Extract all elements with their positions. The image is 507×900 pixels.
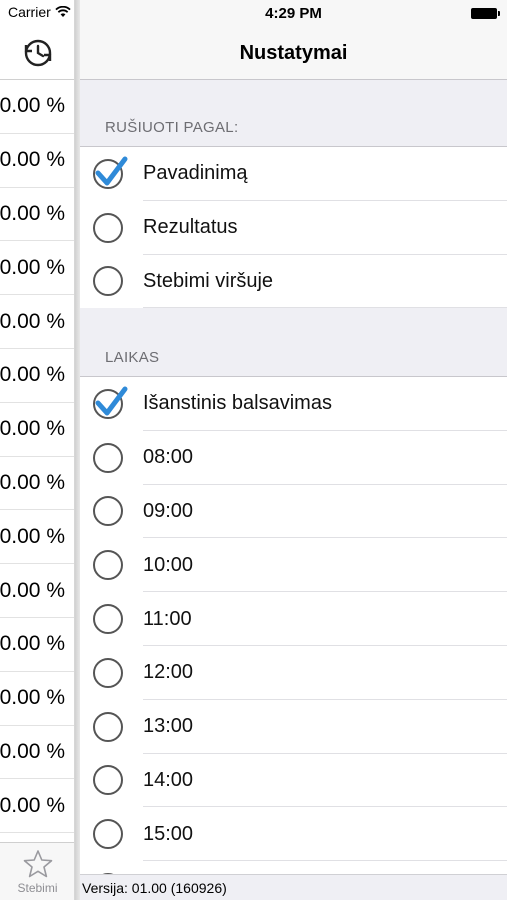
tab-label: Stebimi xyxy=(17,880,58,895)
carrier-label: Carrier xyxy=(8,4,51,20)
radio-unchecked-icon[interactable] xyxy=(92,212,124,244)
option-row[interactable]: Pavadinimą xyxy=(80,147,507,201)
percent-row[interactable]: 0.00 % xyxy=(0,241,74,296)
radio-unchecked-icon[interactable] xyxy=(92,265,124,297)
option-label: Išanstinis balsavimas xyxy=(143,392,332,415)
percent-value: 0.00 % xyxy=(0,148,65,172)
percent-value: 0.00 % xyxy=(0,632,65,656)
tab-stebimi[interactable]: Stebimi xyxy=(0,842,74,900)
percent-row[interactable]: 0.00 % xyxy=(0,188,74,242)
percent-list: 0.00 % 0.00 % 0.00 % 0.00 % 0.00 % 0.00 % 0.00… xyxy=(0,80,74,834)
percent-value: 0.00 % xyxy=(0,363,65,387)
percent-value: 0.00 % xyxy=(0,470,65,494)
percent-value: 0.00 % xyxy=(0,255,65,279)
percent-value: 0.00 % xyxy=(0,417,65,441)
radio-unchecked-icon[interactable] xyxy=(92,764,124,796)
percent-value: 0.00 % xyxy=(0,94,65,118)
radio-unchecked-icon[interactable] xyxy=(92,818,124,850)
option-row[interactable]: Stebimi viršuje xyxy=(80,254,507,309)
option-row[interactable]: 13:00 xyxy=(80,699,507,754)
radio-unchecked-icon[interactable] xyxy=(92,442,124,474)
page-title: Nustatymai xyxy=(239,41,348,64)
option-label: 10:00 xyxy=(143,553,194,576)
radio-unchecked-icon[interactable] xyxy=(92,549,124,581)
option-label: Pavadinimą xyxy=(143,162,248,185)
section-header-time: LAIKAS xyxy=(105,349,160,366)
option-row[interactable]: 15:00 xyxy=(80,807,507,862)
radio-unchecked-icon[interactable] xyxy=(92,657,124,689)
percent-row[interactable]: 0.00 % xyxy=(0,80,74,134)
sort-options-group: Pavadinimą Rezultatus Stebimi viršuje xyxy=(80,146,507,309)
option-row[interactable]: 14:00 xyxy=(80,753,507,808)
option-label: 12:00 xyxy=(143,661,194,684)
version-footer: Versija: 01.00 (160926) xyxy=(80,874,507,900)
radio-unchecked-icon[interactable] xyxy=(92,603,124,635)
percent-row[interactable]: 0.00 % xyxy=(0,457,74,511)
navigation-bar: Nustatymai xyxy=(80,27,507,80)
status-carrier: Carrier xyxy=(8,4,71,20)
history-button[interactable] xyxy=(0,27,74,80)
history-clock-icon xyxy=(24,39,51,67)
option-label: 09:00 xyxy=(143,499,194,522)
radio-checked-icon[interactable] xyxy=(92,156,128,190)
percent-row[interactable]: 0.00 % xyxy=(0,510,74,565)
percent-value: 0.00 % xyxy=(0,793,65,817)
settings-panel: 4:29 PM Nustatymai RUŠIUOTI PAGAL: Pavad… xyxy=(80,0,507,900)
option-label: Rezultatus xyxy=(143,216,238,239)
option-label: 11:00 xyxy=(143,607,192,630)
radio-unchecked-icon[interactable] xyxy=(92,495,124,527)
option-row[interactable]: 11:00 xyxy=(80,592,507,646)
percent-row[interactable]: 0.00 % xyxy=(0,403,74,457)
star-icon xyxy=(23,849,52,877)
option-row[interactable]: 10:00 xyxy=(80,538,507,593)
percent-row[interactable]: 0.00 % xyxy=(0,349,74,403)
time-options-group: Išanstinis balsavimas 08:00 09:00 10:00 11:0… xyxy=(80,376,507,900)
option-label: 15:00 xyxy=(143,822,194,845)
percent-row[interactable]: 0.00 % xyxy=(0,295,74,349)
option-row[interactable]: 12:00 xyxy=(80,645,507,700)
percent-value: 0.00 % xyxy=(0,739,65,763)
percent-row[interactable]: 0.00 % xyxy=(0,134,74,188)
option-label: 08:00 xyxy=(143,446,194,469)
status-bar: 4:29 PM xyxy=(80,0,507,27)
percent-value: 0.00 % xyxy=(0,201,65,225)
status-time: 4:29 PM xyxy=(265,5,322,22)
option-row[interactable]: Rezultatus xyxy=(80,200,507,255)
wifi-icon xyxy=(55,6,71,17)
radio-checked-icon[interactable] xyxy=(92,386,128,420)
percent-row[interactable]: 0.00 % xyxy=(0,618,74,672)
section-header-sort: RUŠIUOTI PAGAL: xyxy=(105,119,239,136)
percent-value: 0.00 % xyxy=(0,524,65,548)
option-label: 14:00 xyxy=(143,768,194,791)
percent-value: 0.00 % xyxy=(0,578,65,602)
percent-value: 0.00 % xyxy=(0,686,65,710)
percent-row[interactable]: 0.00 % xyxy=(0,779,74,834)
battery-icon xyxy=(471,8,500,19)
background-list-panel: Carrier 0.00 % 0.00 % 0.00 % 0.00 % 0.00 % 0.… xyxy=(0,0,75,900)
percent-value: 0.00 % xyxy=(0,309,65,333)
option-label: Stebimi viršuje xyxy=(143,269,274,292)
option-label: 13:00 xyxy=(143,715,194,738)
option-row[interactable]: 09:00 xyxy=(80,484,507,539)
version-label: Versija: 01.00 (160926) xyxy=(82,879,227,896)
option-row[interactable]: 08:00 xyxy=(80,430,507,485)
option-row[interactable]: Išanstinis balsavimas xyxy=(80,377,507,431)
percent-row[interactable]: 0.00 % xyxy=(0,726,74,780)
percent-row[interactable]: 0.00 % xyxy=(0,672,74,726)
radio-unchecked-icon[interactable] xyxy=(92,711,124,743)
percent-row[interactable]: 0.00 % xyxy=(0,564,74,618)
